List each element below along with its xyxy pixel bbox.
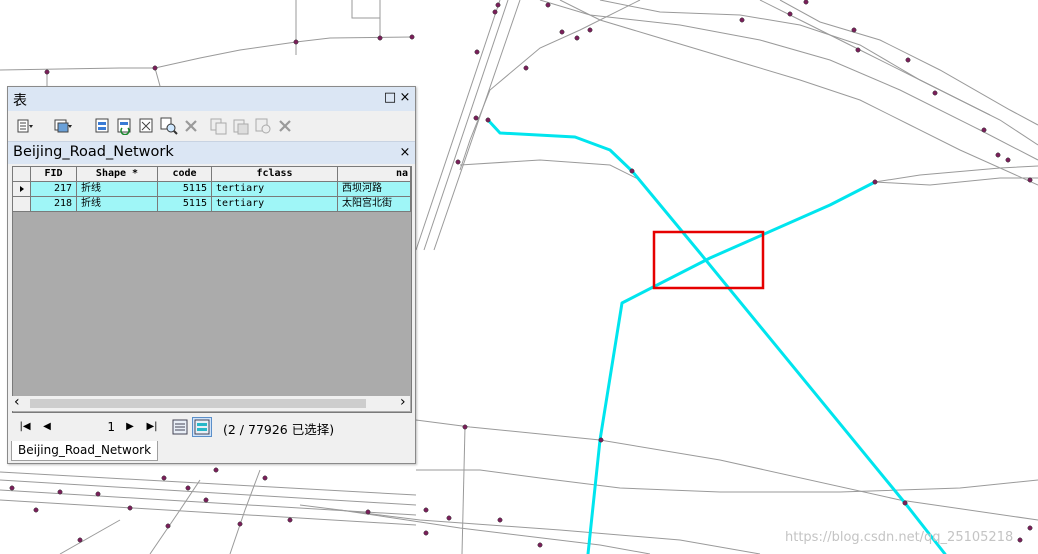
current-record-field[interactable]: 1 bbox=[61, 418, 119, 436]
cell-shape[interactable]: 折线 bbox=[77, 197, 158, 212]
row-selector[interactable] bbox=[13, 197, 31, 212]
cell-fid[interactable]: 217 bbox=[31, 182, 77, 197]
table-toolbar bbox=[8, 113, 415, 139]
window-title-bar[interactable]: 表 □ × bbox=[8, 87, 415, 111]
attribute-table-grid: FID Shape * code fclass na 217 折线 5115 t… bbox=[12, 166, 412, 413]
selected-road-taiyanggong bbox=[586, 180, 877, 554]
close-layer-table-button[interactable]: × bbox=[398, 146, 412, 160]
tab-beijing-road-network[interactable]: Beijing_Road_Network bbox=[11, 441, 159, 461]
cell-name[interactable]: 太阳宫北街 bbox=[338, 197, 411, 212]
table-row[interactable]: 217 折线 5115 tertiary 西坝河路 bbox=[13, 182, 411, 197]
scrollbar-thumb[interactable] bbox=[30, 399, 366, 408]
first-record-icon[interactable]: |◀ bbox=[18, 421, 32, 433]
clear-selection-icon[interactable] bbox=[138, 117, 156, 135]
column-header-shape[interactable]: Shape * bbox=[77, 167, 158, 182]
layer-tab-header: Beijing_Road_Network × bbox=[8, 141, 415, 164]
cell-name[interactable]: 西坝河路 bbox=[338, 182, 411, 197]
record-navigation-bar: |◀ ◀ 1 ▶ ▶| (2 / 77926 已选择) bbox=[8, 416, 415, 438]
select-by-attributes-icon[interactable] bbox=[94, 117, 112, 135]
delete-icon[interactable] bbox=[276, 117, 294, 135]
column-header-name[interactable]: na bbox=[338, 167, 411, 182]
cell-code[interactable]: 5115 bbox=[158, 182, 212, 197]
selected-road-west-bahe bbox=[486, 118, 947, 554]
show-all-records-icon[interactable] bbox=[170, 417, 190, 437]
zoom-to-selected-icon[interactable] bbox=[160, 117, 178, 135]
switch-selection-icon[interactable] bbox=[116, 117, 134, 135]
attribute-table-window: 表 □ × Beijing_Road_Network × FID Shape *… bbox=[7, 86, 416, 464]
table-row[interactable]: 218 折线 5115 tertiary 太阳宫北街 bbox=[13, 197, 411, 212]
column-header-code[interactable]: code bbox=[158, 167, 212, 182]
delete-selected-icon[interactable] bbox=[182, 117, 200, 135]
scroll-right-icon[interactable]: › bbox=[400, 395, 406, 410]
empty-table-area bbox=[13, 212, 411, 412]
scroll-left-icon[interactable]: ‹ bbox=[14, 395, 20, 410]
copy-selected-icon[interactable] bbox=[210, 117, 228, 135]
cell-code[interactable]: 5115 bbox=[158, 197, 212, 212]
close-window-button[interactable]: × bbox=[398, 91, 412, 105]
cell-fclass[interactable]: tertiary bbox=[212, 182, 338, 197]
selected-roads[interactable] bbox=[486, 118, 947, 554]
cell-shape[interactable]: 折线 bbox=[77, 182, 158, 197]
selection-status: (2 / 77926 已选择) bbox=[223, 422, 335, 437]
column-header-fclass[interactable]: fclass bbox=[212, 167, 338, 182]
table-options-icon[interactable] bbox=[16, 117, 34, 135]
horizontal-scrollbar[interactable]: ‹ › bbox=[12, 395, 410, 411]
related-tables-icon[interactable] bbox=[54, 117, 72, 135]
show-selected-records-icon[interactable] bbox=[192, 417, 212, 437]
row-selector-header[interactable] bbox=[13, 167, 31, 182]
last-record-icon[interactable]: ▶| bbox=[145, 421, 159, 433]
restore-button[interactable]: □ bbox=[383, 91, 397, 105]
column-header-fid[interactable]: FID bbox=[31, 167, 77, 182]
window-title: 表 bbox=[13, 93, 27, 109]
cell-fid[interactable]: 218 bbox=[31, 197, 77, 212]
row-selector[interactable] bbox=[13, 182, 31, 197]
cell-fclass[interactable]: tertiary bbox=[212, 197, 338, 212]
previous-record-icon[interactable]: ◀ bbox=[40, 421, 54, 433]
next-record-icon[interactable]: ▶ bbox=[123, 421, 137, 433]
paste-icon[interactable] bbox=[232, 117, 250, 135]
paste-special-icon[interactable] bbox=[254, 117, 272, 135]
current-row-arrow-icon bbox=[20, 186, 24, 192]
watermark: https://blog.csdn.net/qq_25105218 bbox=[785, 530, 1014, 545]
layer-name: Beijing_Road_Network bbox=[13, 144, 174, 160]
